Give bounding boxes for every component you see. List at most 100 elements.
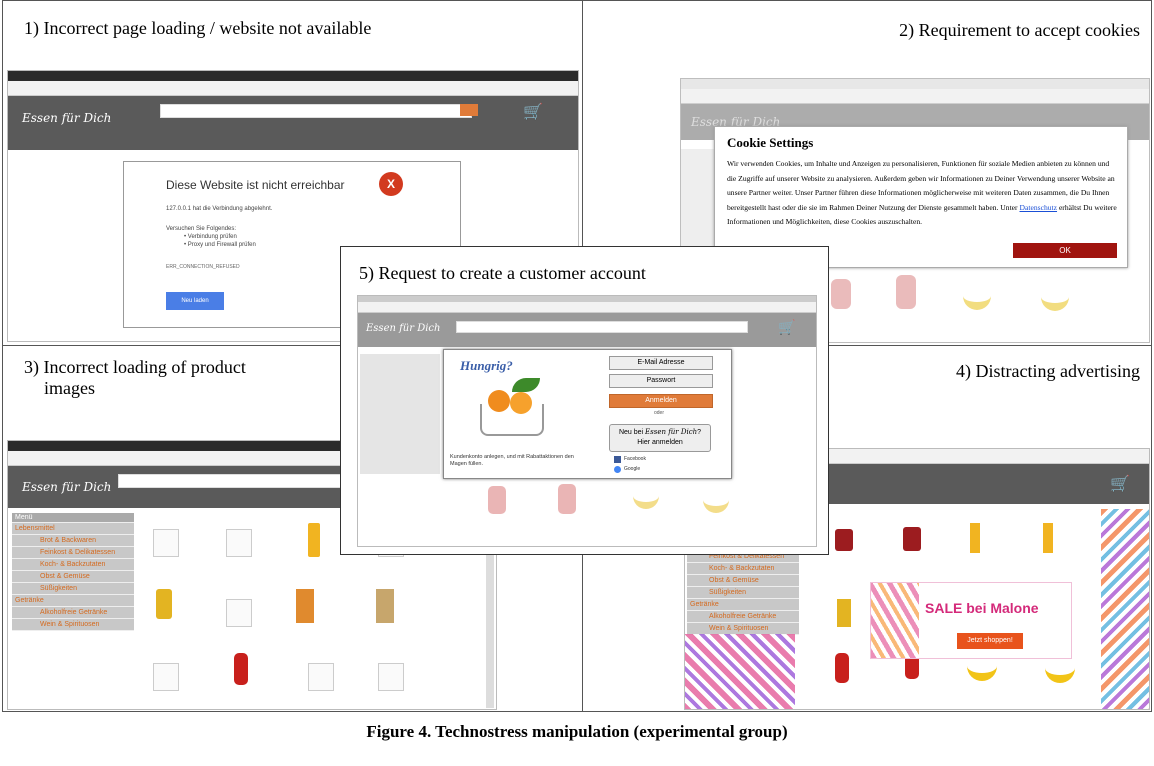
shopping-cart-image xyxy=(472,378,558,448)
privacy-link[interactable]: Datenschutz xyxy=(1020,203,1058,212)
error-line2: Versuchen Sie Folgendes: xyxy=(166,226,237,232)
faded-product-1 xyxy=(488,486,506,514)
sidebar-item-softdrinks[interactable]: Alkoholfreie Getränke xyxy=(687,611,799,623)
account-dialog: Hungrig? Kundenkonto anlegen, und mit Ra… xyxy=(443,349,732,479)
sidebar: Feinkost & Delikatessen Koch- & Backzuta… xyxy=(687,551,799,635)
sidebar-item-deli[interactable]: Feinkost & Delikatessen xyxy=(12,547,134,559)
sidebar-item-drinks[interactable]: Getränke xyxy=(687,599,799,611)
sale-text: SALE bei Malone xyxy=(925,600,1039,616)
leaf xyxy=(512,378,540,392)
broken-image-icon xyxy=(153,663,179,691)
broken-image-icon xyxy=(226,529,252,557)
register-button[interactable]: Neu bei Essen für Dich? Hier anmelden xyxy=(609,424,711,452)
login-button[interactable]: Anmelden xyxy=(609,394,713,408)
faded-banana-2 xyxy=(703,492,729,513)
facebook-icon[interactable] xyxy=(614,456,621,463)
sidebar-item-wine[interactable]: Wein & Spirituosen xyxy=(12,619,134,631)
sidebar-item-sweets[interactable]: Süßigkeiten xyxy=(687,587,799,599)
sale-banner[interactable]: SALE bei Malone Jetzt shoppen! xyxy=(870,582,1072,659)
broken-image-icon xyxy=(378,663,404,691)
facebook-label[interactable]: Facebook xyxy=(624,456,646,462)
error-code: ERR_CONNECTION_REFUSED xyxy=(166,264,240,270)
broken-image-icon xyxy=(226,599,252,627)
product-oil xyxy=(156,589,172,619)
sidebar-item-bread[interactable]: Brot & Backwaren xyxy=(12,535,134,547)
faded-product-2 xyxy=(896,275,916,309)
site-nav xyxy=(8,140,578,150)
browser-tabbar xyxy=(681,79,1149,89)
search-input[interactable] xyxy=(456,321,748,333)
cookie-text-main: Wir verwenden Cookies, um Inhalte und An… xyxy=(727,159,1115,212)
cookie-title: Cookie Settings xyxy=(727,135,814,150)
site-header: Essen für Dich 🛒 xyxy=(358,313,816,347)
reload-button[interactable]: Neu laden xyxy=(166,292,224,310)
faded-banana-1 xyxy=(963,284,991,310)
sidebar-item-softdrinks[interactable]: Alkoholfreie Getränke xyxy=(12,607,134,619)
account-caption: Kundenkonto anlegen, und mit Rabattaktio… xyxy=(450,454,574,467)
error-bullet1-text: Verbindung prüfen xyxy=(187,234,237,240)
sidebar-item-sweets[interactable]: Süßigkeiten xyxy=(12,583,134,595)
panel-3-title-line1: 3) Incorrect loading of product xyxy=(24,357,246,377)
shop-now-button[interactable]: Jetzt shoppen! xyxy=(957,633,1023,649)
register-line2: Hier anmelden xyxy=(637,439,683,446)
sidebar-item-drinks[interactable]: Getränke xyxy=(12,595,134,607)
cart-icon[interactable]: 🛒 xyxy=(523,102,543,122)
faded-banana-1 xyxy=(633,488,659,509)
panel-1-title: 1) Incorrect page loading / website not … xyxy=(24,18,372,38)
sidebar-item-fruit[interactable]: Obst & Gemüse xyxy=(687,575,799,587)
product-jam xyxy=(835,529,853,551)
browser-addressbar xyxy=(8,81,578,96)
panel-2-title: 2) Requirement to accept cookies xyxy=(899,20,1140,40)
panel-3-title: 3) Incorrect loading of product images xyxy=(24,357,246,399)
error-x-icon: X xyxy=(379,172,403,196)
password-field[interactable]: Passwort xyxy=(609,374,713,388)
product-juice xyxy=(1043,523,1053,553)
google-icon[interactable] xyxy=(614,466,621,473)
search-button[interactable] xyxy=(460,104,478,116)
product-coffee xyxy=(376,589,394,623)
sale-banner-confetti xyxy=(871,583,919,658)
email-field[interactable]: E-Mail Adresse xyxy=(609,356,713,370)
panel-5-title: 5) Request to create a customer account xyxy=(359,263,646,283)
cookie-ok-button[interactable]: OK xyxy=(1013,243,1117,258)
register-brand: Essen für Dich xyxy=(645,428,698,436)
product-juice xyxy=(308,523,320,557)
error-bullet2-text: Proxy und Firewall prüfen xyxy=(187,242,256,248)
broken-image-icon xyxy=(153,529,179,557)
browser-addressbar xyxy=(681,89,1149,104)
faded-product-1 xyxy=(831,279,851,309)
site-logo: Essen für Dich xyxy=(366,323,441,334)
search-input[interactable] xyxy=(160,104,472,118)
broken-image-icon xyxy=(308,663,334,691)
panel-4-title: 4) Distracting advertising xyxy=(956,361,1140,381)
faded-product-2 xyxy=(558,484,576,514)
google-label[interactable]: Google xyxy=(624,466,640,472)
sidebar-item-baking[interactable]: Koch- & Backzutaten xyxy=(12,559,134,571)
ad-percent-confetti-right xyxy=(1101,509,1149,709)
product-ketchup xyxy=(835,653,849,683)
or-text: oder xyxy=(654,410,665,416)
orange-fruit xyxy=(488,390,510,412)
error-heading: Diese Website ist nicht erreichbar xyxy=(166,178,345,192)
sidebar-item-menu[interactable]: Menü xyxy=(12,513,134,523)
sidebar-item-baking[interactable]: Koch- & Backzutaten xyxy=(687,563,799,575)
product-oil xyxy=(837,599,851,627)
site-logo: Essen für Dich xyxy=(22,111,112,125)
sidebar-item-food[interactable]: Lebensmittel xyxy=(12,523,134,535)
sidebar-item-fruit[interactable]: Obst & Gemüse xyxy=(12,571,134,583)
product-banana xyxy=(1045,661,1075,683)
cart-icon[interactable]: 🛒 xyxy=(1110,474,1130,494)
error-line1: 127.0.0.1 hat die Verbindung abgelehnt. xyxy=(166,206,273,212)
cookie-text: Wir verwenden Cookies, um Inhalte und An… xyxy=(727,157,1119,230)
browser-tabbar xyxy=(8,71,578,81)
cart-icon[interactable]: 🛒 xyxy=(778,320,795,337)
product-spice xyxy=(296,589,314,623)
site-logo: Essen für Dich xyxy=(22,480,112,494)
sidebar: Menü Lebensmittel Brot & Backwaren Feink… xyxy=(12,513,134,631)
error-bullet1: • Verbindung prüfen xyxy=(184,234,237,240)
faded-sidebar xyxy=(360,354,440,474)
browser-addressbar xyxy=(358,302,816,313)
error-bullet2: • Proxy und Firewall prüfen xyxy=(184,242,256,248)
panel-5: 5) Request to create a customer account … xyxy=(340,246,829,555)
site-header: Essen für Dich 🛒 xyxy=(8,96,578,140)
